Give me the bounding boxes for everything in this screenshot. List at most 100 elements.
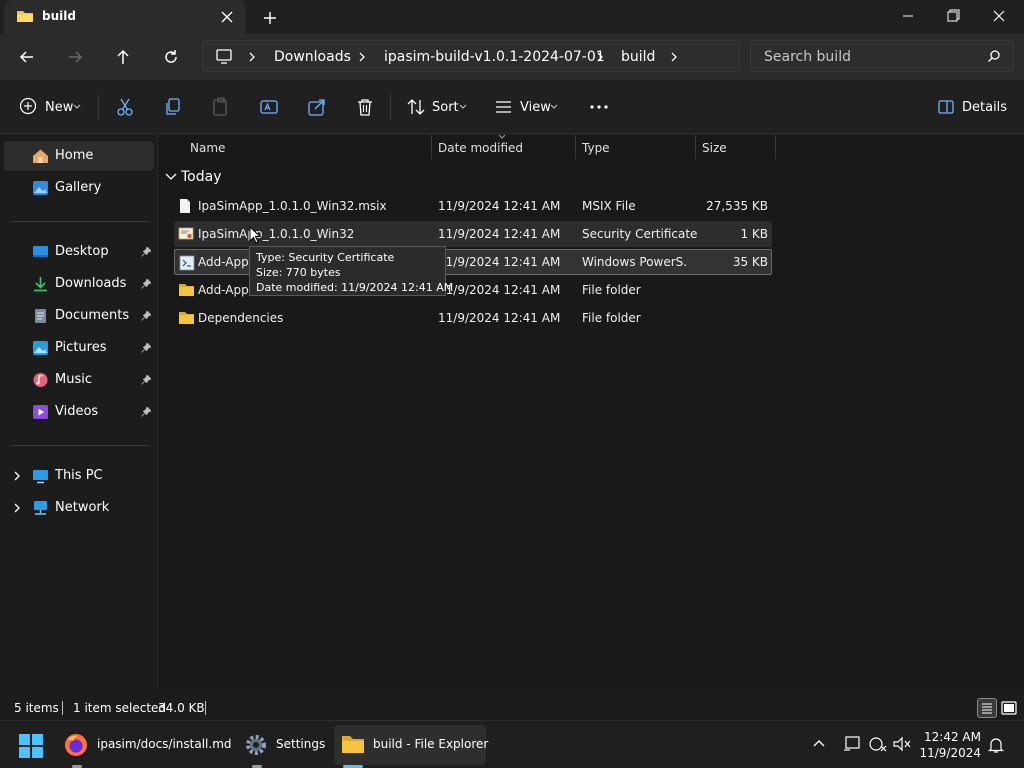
new-plus-icon[interactable] bbox=[18, 96, 38, 118]
chevron-up-icon[interactable] bbox=[812, 738, 826, 768]
file-name: IpaSimApp_1.0.1.0_Win32.msix bbox=[198, 199, 387, 213]
folder-icon bbox=[16, 8, 34, 24]
chevron-down-icon[interactable] bbox=[165, 173, 177, 181]
file-type: Windows PowerS... bbox=[582, 255, 686, 269]
sort-icon[interactable] bbox=[405, 96, 427, 118]
status-divider bbox=[205, 701, 206, 715]
sidebar-item-gallery[interactable]: Gallery bbox=[4, 173, 154, 203]
column-header-date[interactable]: Date modified bbox=[438, 141, 523, 155]
sidebar-item-network[interactable]: Network bbox=[4, 493, 154, 523]
chevron-down-icon[interactable] bbox=[550, 104, 558, 126]
up-arrow-icon[interactable] bbox=[112, 46, 134, 68]
documents-icon bbox=[32, 308, 49, 324]
download-icon bbox=[32, 276, 49, 292]
close-window-icon[interactable] bbox=[986, 4, 1012, 28]
chevron-down-icon[interactable] bbox=[73, 104, 81, 126]
sidebar-item-label: Gallery bbox=[55, 180, 102, 195]
search-input[interactable]: Search build bbox=[750, 40, 1014, 72]
tooltip-date: Date modified: 11/9/2024 12:41 AM bbox=[256, 281, 454, 294]
sidebar-item-documents[interactable]: Documents bbox=[4, 301, 154, 331]
table-row[interactable]: Dependencies 11/9/2024 12:41 AM File fol… bbox=[174, 305, 772, 331]
sidebar-item-pictures[interactable]: Pictures bbox=[4, 333, 154, 363]
pin-icon[interactable] bbox=[141, 247, 151, 257]
column-divider[interactable] bbox=[695, 135, 696, 159]
view-button[interactable]: View bbox=[520, 100, 551, 115]
restore-icon[interactable] bbox=[940, 4, 966, 28]
notification-bell-icon[interactable] bbox=[987, 736, 1005, 768]
chevron-right-icon[interactable] bbox=[595, 52, 605, 62]
search-icon[interactable] bbox=[987, 49, 1001, 63]
address-bar[interactable]: Downloads ipasim-build-v1.0.1-2024-07-01… bbox=[202, 40, 740, 72]
sidebar-item-this-pc[interactable]: This PC bbox=[4, 461, 154, 491]
pictures-icon bbox=[32, 340, 49, 356]
chevron-right-icon[interactable] bbox=[12, 503, 22, 513]
windows-start-icon[interactable] bbox=[18, 733, 44, 765]
forward-arrow-icon[interactable] bbox=[64, 46, 86, 68]
chevron-right-icon[interactable] bbox=[669, 52, 679, 62]
pin-icon[interactable] bbox=[141, 407, 151, 417]
view-list-icon[interactable] bbox=[493, 96, 515, 118]
taskbar-firefox-label[interactable]: ipasim/docs/install.md bbox=[97, 737, 232, 751]
file-explorer-icon[interactable] bbox=[341, 733, 365, 765]
breadcrumb-downloads[interactable]: Downloads bbox=[274, 49, 351, 65]
breadcrumb-build[interactable]: build bbox=[621, 49, 655, 65]
minimize-icon[interactable] bbox=[895, 4, 921, 28]
pin-icon[interactable] bbox=[141, 343, 151, 353]
chevron-right-icon[interactable] bbox=[12, 471, 22, 481]
sort-button[interactable]: Sort bbox=[432, 100, 459, 115]
table-row[interactable]: IpaSimApp_1.0.1.0_Win32 11/9/2024 12:41 … bbox=[174, 221, 772, 247]
sidebar-item-desktop[interactable]: Desktop bbox=[4, 237, 154, 267]
column-divider[interactable] bbox=[431, 135, 432, 159]
network-tray-icon[interactable] bbox=[868, 735, 888, 767]
chevron-right-icon[interactable] bbox=[357, 52, 367, 62]
pin-icon[interactable] bbox=[141, 375, 151, 385]
status-bar: 5 items 1 item selected 34.0 KB bbox=[0, 696, 1024, 720]
new-tab-icon[interactable] bbox=[260, 8, 280, 28]
column-header-size[interactable]: Size bbox=[702, 141, 727, 155]
breadcrumb-ipasim-build[interactable]: ipasim-build-v1.0.1-2024-07-01 bbox=[384, 49, 605, 65]
back-arrow-icon[interactable] bbox=[16, 46, 38, 68]
column-divider[interactable] bbox=[575, 135, 576, 159]
firefox-icon[interactable] bbox=[64, 733, 88, 765]
toolbar-divider bbox=[390, 94, 391, 120]
taskbar-explorer-label[interactable]: build - File Explorer bbox=[373, 737, 488, 751]
refresh-icon[interactable] bbox=[160, 46, 182, 68]
rename-icon[interactable] bbox=[258, 96, 280, 118]
tooltip-type: Type: Security Certificate bbox=[256, 251, 395, 264]
file-size: 35 KB bbox=[732, 255, 768, 269]
details-view-icon[interactable] bbox=[977, 698, 997, 718]
sidebar-item-videos[interactable]: Videos bbox=[4, 397, 154, 427]
sidebar-item-downloads[interactable]: Downloads bbox=[4, 269, 154, 299]
settings-gear-icon[interactable] bbox=[244, 733, 268, 765]
taskbar-settings-label[interactable]: Settings bbox=[276, 737, 325, 751]
sidebar-item-music[interactable]: Music bbox=[4, 365, 154, 395]
taskbar-clock[interactable]: 12:42 AM 11/9/2024 bbox=[911, 729, 981, 761]
pin-icon[interactable] bbox=[141, 279, 151, 289]
details-button[interactable]: Details bbox=[962, 100, 1007, 115]
tab-build[interactable]: build bbox=[4, 0, 246, 34]
file-size: 27,535 KB bbox=[706, 199, 768, 213]
paste-icon[interactable] bbox=[210, 96, 232, 118]
column-divider[interactable] bbox=[775, 135, 776, 159]
share-icon[interactable] bbox=[306, 96, 328, 118]
tiles-view-icon[interactable] bbox=[999, 698, 1019, 718]
volume-tray-icon[interactable] bbox=[892, 735, 912, 767]
table-row[interactable]: IpaSimApp_1.0.1.0_Win32.msix 11/9/2024 1… bbox=[174, 193, 772, 219]
copy-icon[interactable] bbox=[162, 96, 184, 118]
file-list: Name Date modified Type Size Today IpaSi… bbox=[159, 134, 1024, 688]
chevron-right-icon[interactable] bbox=[247, 52, 257, 62]
cut-icon[interactable] bbox=[114, 96, 136, 118]
pin-icon[interactable] bbox=[141, 311, 151, 321]
display-tray-icon[interactable] bbox=[842, 735, 862, 767]
more-options-icon[interactable] bbox=[588, 96, 610, 118]
column-header-type[interactable]: Type bbox=[582, 141, 610, 155]
file-date: 11/9/2024 12:41 AM bbox=[438, 283, 561, 297]
sidebar-item-home[interactable]: Home bbox=[4, 141, 154, 171]
details-pane-icon[interactable] bbox=[937, 98, 955, 120]
delete-icon[interactable] bbox=[354, 96, 376, 118]
new-button[interactable]: New bbox=[45, 100, 73, 115]
column-header-name[interactable]: Name bbox=[190, 141, 225, 155]
close-tab-icon[interactable] bbox=[218, 8, 236, 26]
file-type: File folder bbox=[582, 311, 641, 325]
chevron-down-icon[interactable] bbox=[459, 104, 467, 126]
